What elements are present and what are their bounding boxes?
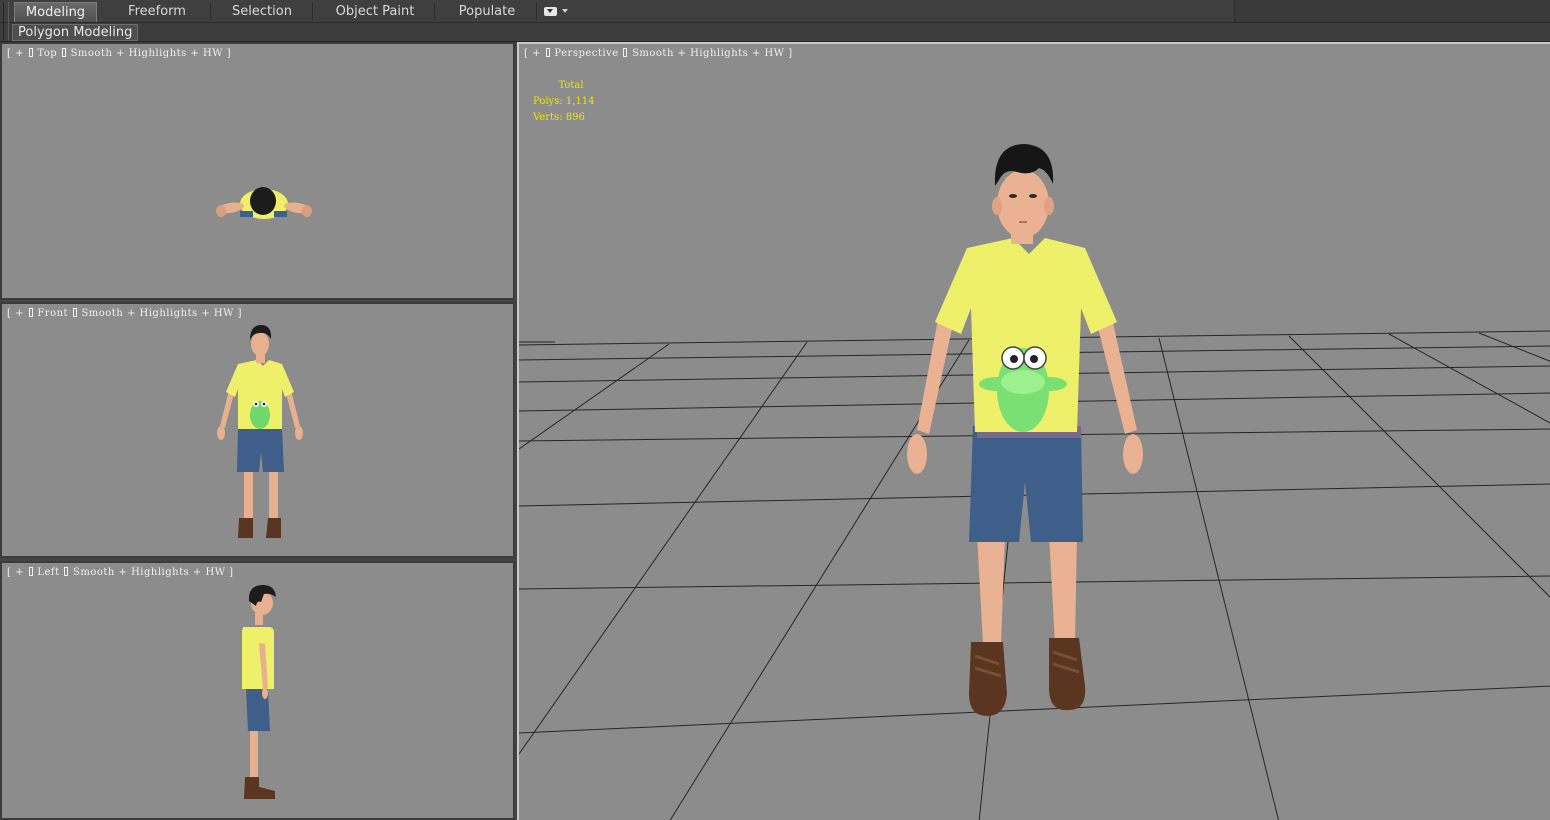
tab-freeform[interactable]: Freeform — [110, 2, 204, 22]
tab-modeling[interactable]: Modeling — [14, 2, 97, 22]
tab-populate[interactable]: Populate — [442, 2, 532, 22]
top-view-character-model — [216, 187, 312, 219]
chevron-down-icon — [562, 9, 568, 13]
perspective-character-model — [907, 144, 1143, 716]
tab-object-paint[interactable]: Object Paint — [322, 2, 428, 22]
tab-selection[interactable]: Selection — [218, 2, 306, 22]
ribbon-tab-bar: Modeling Freeform Selection Object Paint… — [0, 0, 1550, 40]
ribbon-panel-bar: Polygon Modeling — [0, 2, 1550, 42]
viewport-top[interactable]: [ + Top Smooth + Highlights + HW ] — [0, 42, 515, 300]
panel-grip — [3, 2, 9, 40]
ribbon-empty-area — [1234, 0, 1550, 22]
left-view-character-model — [242, 585, 276, 799]
viewport-left[interactable]: [ + Left Smooth + Highlights + HW ] — [0, 561, 515, 820]
viewport-perspective[interactable]: [ + Perspective Smooth + Highlights + HW… — [517, 42, 1550, 820]
ribbon-options-icon — [544, 7, 557, 16]
perspective-grid-and-model — [519, 144, 1550, 820]
ribbon-options-dropdown[interactable] — [542, 5, 570, 19]
polygon-modeling-panel-button[interactable]: Polygon Modeling — [12, 24, 139, 41]
viewport-front[interactable]: [ + Front Smooth + Highlights + HW ] — [0, 302, 515, 558]
front-view-character-model — [217, 325, 303, 538]
